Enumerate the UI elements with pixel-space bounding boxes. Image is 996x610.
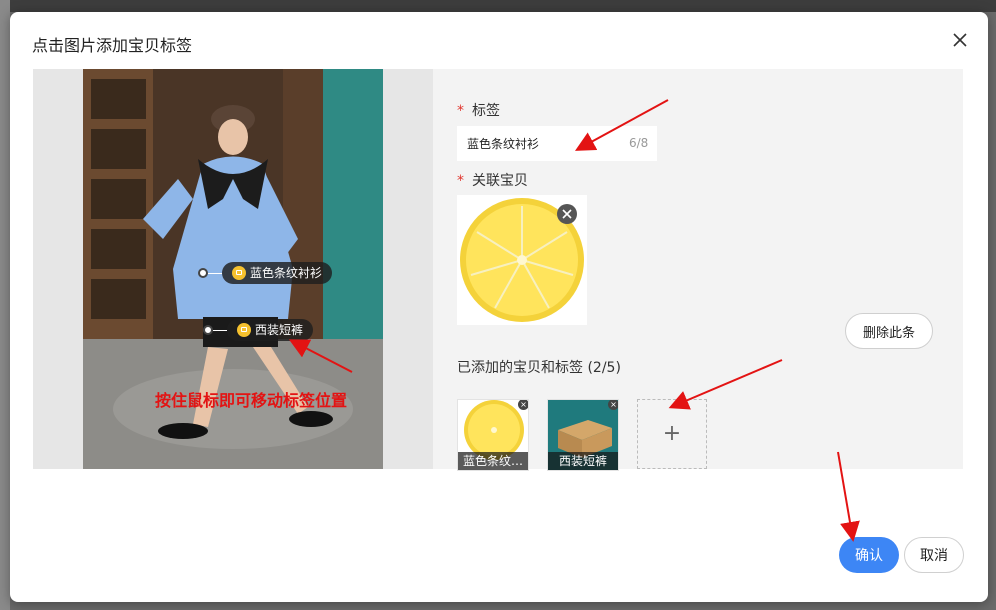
photo-tag-label: 蓝色条纹衬衫 bbox=[250, 266, 323, 280]
tag-connector bbox=[208, 273, 222, 274]
tag-field-label: * 标签 bbox=[457, 103, 500, 119]
linked-product-label: * 关联宝贝 bbox=[457, 173, 528, 189]
photo-area: 蓝色条纹衬衫 西装短裤 按住鼠标即可移动标签位置 bbox=[33, 69, 433, 469]
tag-connector bbox=[213, 330, 227, 331]
tag-anchor-dot[interactable] bbox=[203, 325, 213, 335]
add-item-button[interactable]: + bbox=[637, 399, 707, 469]
move-tag-annotation: 按住鼠标即可移动标签位置 bbox=[155, 391, 348, 410]
required-mark: * bbox=[457, 173, 464, 189]
cancel-button[interactable]: 取消 bbox=[904, 537, 964, 573]
remove-item-icon[interactable]: × bbox=[518, 400, 528, 410]
required-mark: * bbox=[457, 103, 464, 119]
photo-tag-label: 西装短裤 bbox=[255, 323, 304, 337]
confirm-button[interactable]: 确认 bbox=[839, 537, 899, 573]
photo-tag-shirt[interactable]: 蓝色条纹衬衫 bbox=[222, 262, 333, 284]
tag-input[interactable] bbox=[457, 126, 657, 161]
added-item-caption: 西装短裤 bbox=[548, 452, 618, 470]
dialog-title: 点击图片添加宝贝标签 bbox=[32, 36, 193, 55]
background-left-column bbox=[0, 0, 10, 610]
added-item-caption: 蓝色条纹… bbox=[458, 452, 528, 470]
add-tag-dialog: 点击图片添加宝贝标签 蓝色条纹衬衫 西装短裤 按住鼠标即可移动标签位置 * 标签… bbox=[10, 12, 988, 602]
added-items-title: 已添加的宝贝和标签 (2/5) bbox=[457, 360, 621, 376]
delete-entry-button[interactable]: 删除此条 bbox=[845, 313, 933, 349]
background-strip bbox=[0, 0, 996, 12]
lock-icon bbox=[232, 266, 246, 280]
added-item-shorts[interactable]: × 西装短裤 bbox=[547, 399, 619, 471]
lock-icon bbox=[237, 323, 251, 337]
close-icon[interactable] bbox=[950, 30, 970, 50]
tag-anchor-dot[interactable] bbox=[198, 268, 208, 278]
remove-linked-product-icon[interactable] bbox=[557, 204, 577, 224]
photo-tag-shorts[interactable]: 西装短裤 bbox=[227, 319, 314, 341]
added-item-shirt[interactable]: × 蓝色条纹… bbox=[457, 399, 529, 471]
tag-char-counter: 6/8 bbox=[629, 136, 649, 150]
tag-form: *标签 6/8 *关联宝贝 bbox=[433, 69, 963, 471]
remove-item-icon[interactable]: × bbox=[608, 400, 618, 410]
